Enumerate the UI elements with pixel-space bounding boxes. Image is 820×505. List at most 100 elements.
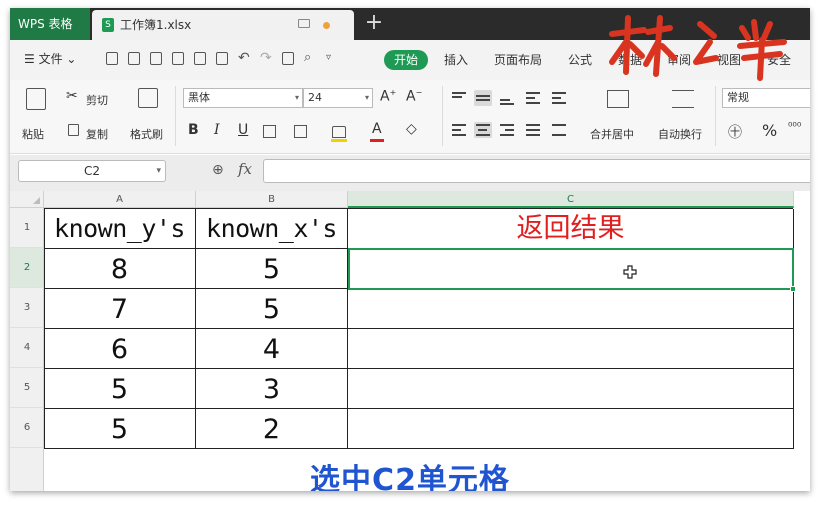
fill-color-icon[interactable] bbox=[332, 126, 346, 138]
print-icon[interactable] bbox=[172, 52, 184, 65]
cell-c4[interactable] bbox=[348, 329, 794, 369]
thousands-icon[interactable]: ⁰⁰⁰ bbox=[788, 120, 801, 133]
save-icon[interactable] bbox=[150, 52, 162, 65]
tab-insert[interactable]: 插入 bbox=[444, 51, 468, 68]
percent-icon[interactable]: % bbox=[762, 121, 777, 140]
cell-a4[interactable]: 6 bbox=[44, 329, 196, 369]
justify-icon[interactable] bbox=[524, 122, 542, 138]
format-painter-button[interactable]: 格式刷 bbox=[130, 126, 163, 142]
decrease-indent-icon[interactable] bbox=[524, 90, 542, 106]
cell-b6[interactable]: 2 bbox=[196, 409, 348, 449]
app-tab[interactable]: WPS 表格 bbox=[10, 8, 90, 40]
active-cell-selection[interactable] bbox=[348, 248, 796, 292]
print-preview-icon[interactable] bbox=[194, 52, 206, 65]
cell-b3[interactable]: 5 bbox=[196, 289, 348, 329]
cell-c3[interactable] bbox=[348, 289, 794, 329]
zoom-formula-icon[interactable]: ⊕ bbox=[212, 162, 224, 178]
align-center-icon[interactable] bbox=[474, 122, 492, 138]
column-header-a[interactable]: A bbox=[44, 191, 196, 208]
column-header-c[interactable]: C bbox=[348, 191, 794, 208]
spreadsheet-icon: S bbox=[102, 18, 114, 32]
row-number: 4 bbox=[23, 341, 31, 353]
copy-button[interactable]: 复制 bbox=[86, 126, 108, 142]
calligraphy-logo bbox=[609, 15, 787, 81]
row-header-4[interactable]: 4 bbox=[10, 328, 44, 368]
new-tab-button[interactable]: + bbox=[356, 8, 392, 40]
format-painter-icon[interactable] bbox=[138, 88, 158, 108]
cell-a3[interactable]: 7 bbox=[44, 289, 196, 329]
document-tab[interactable]: S 工作簿1.xlsx bbox=[92, 10, 354, 40]
align-left-icon[interactable] bbox=[450, 122, 468, 138]
increase-indent-icon[interactable] bbox=[550, 90, 568, 106]
open-folder-icon[interactable] bbox=[128, 52, 140, 65]
tab-formula[interactable]: 公式 bbox=[568, 51, 592, 68]
increase-font-icon[interactable]: A+ bbox=[380, 88, 396, 105]
wrap-text-icon[interactable] bbox=[672, 90, 694, 108]
paste-icon[interactable] bbox=[26, 88, 46, 110]
italic-icon[interactable]: I bbox=[214, 122, 220, 138]
monitor-icon[interactable] bbox=[298, 19, 310, 28]
cell-b2[interactable]: 5 bbox=[196, 249, 348, 289]
chevron-down-icon: ▾ bbox=[294, 93, 299, 102]
row-header-2[interactable]: 2 bbox=[10, 248, 44, 288]
name-box[interactable]: C2 ▾ bbox=[18, 160, 166, 182]
font-name-select[interactable]: 黑体 ▾ bbox=[183, 88, 303, 108]
redo-icon[interactable]: ↷ bbox=[260, 51, 272, 65]
sheet-grid: A B C 1 2 3 4 5 6 known_y's known_x's 返回… bbox=[10, 191, 810, 491]
cell-a2[interactable]: 8 bbox=[44, 249, 196, 289]
pdf-icon[interactable] bbox=[282, 52, 294, 65]
cell-c1[interactable]: 返回结果 bbox=[348, 209, 794, 249]
file-menu[interactable]: ☰ 文件 ⌄ bbox=[24, 50, 76, 67]
row-header-1[interactable]: 1 bbox=[10, 208, 44, 248]
border-icon[interactable] bbox=[263, 125, 276, 138]
more-chevron-icon[interactable]: ▿ bbox=[326, 52, 338, 65]
formula-input[interactable] bbox=[263, 159, 810, 183]
find-icon[interactable] bbox=[216, 52, 228, 65]
bold-icon[interactable]: B bbox=[188, 122, 199, 138]
cell-c6[interactable] bbox=[348, 409, 794, 449]
paste-button[interactable]: 粘贴 bbox=[22, 126, 44, 142]
fx-icon[interactable]: fx bbox=[238, 160, 252, 178]
formula-bar: C2 ▾ ⊕ fx bbox=[10, 155, 810, 191]
cut-button[interactable]: 剪切 bbox=[86, 92, 108, 108]
select-all-corner[interactable] bbox=[10, 191, 44, 208]
scissors-icon[interactable]: ✂ bbox=[66, 88, 78, 104]
align-top-icon[interactable] bbox=[450, 90, 468, 106]
cell-style-icon[interactable] bbox=[294, 125, 307, 138]
unsaved-dot-icon[interactable] bbox=[323, 22, 330, 29]
cell-b5[interactable]: 3 bbox=[196, 369, 348, 409]
align-bottom-icon[interactable] bbox=[498, 90, 516, 106]
cell-a6[interactable]: 5 bbox=[44, 409, 196, 449]
cell-a5[interactable]: 5 bbox=[44, 369, 196, 409]
merge-center-icon[interactable] bbox=[607, 90, 629, 108]
zoom-icon[interactable]: ⌕ bbox=[304, 51, 316, 65]
cell-c5[interactable] bbox=[348, 369, 794, 409]
underline-icon[interactable]: U bbox=[238, 122, 248, 138]
align-right-icon[interactable] bbox=[498, 122, 516, 138]
distributed-icon[interactable] bbox=[550, 122, 568, 138]
fill-color-swatch bbox=[331, 139, 347, 142]
wrap-text-button[interactable]: 自动换行 bbox=[658, 126, 702, 142]
decrease-font-icon[interactable]: A− bbox=[406, 88, 422, 105]
cell-b4[interactable]: 4 bbox=[196, 329, 348, 369]
column-header-b[interactable]: B bbox=[196, 191, 348, 208]
clear-format-icon[interactable]: ◇ bbox=[406, 121, 417, 137]
align-middle-icon[interactable] bbox=[474, 90, 492, 106]
merge-center-button[interactable]: 合并居中 bbox=[590, 126, 634, 142]
row-header-6[interactable]: 6 bbox=[10, 408, 44, 448]
undo-icon[interactable]: ↶ bbox=[238, 51, 250, 65]
tab-start[interactable]: 开始 bbox=[384, 50, 428, 70]
tab-page-layout[interactable]: 页面布局 bbox=[494, 51, 542, 68]
cell-a1[interactable]: known_y's bbox=[44, 209, 196, 249]
currency-icon[interactable]: ㊉ bbox=[728, 122, 742, 142]
copy-icon[interactable] bbox=[68, 124, 79, 136]
chevron-down-icon: ▾ bbox=[156, 166, 161, 176]
cell-b1[interactable]: known_x's bbox=[196, 209, 348, 249]
font-size-select[interactable]: 24 ▾ bbox=[303, 88, 373, 108]
row-header-3[interactable]: 3 bbox=[10, 288, 44, 328]
new-file-icon[interactable] bbox=[106, 52, 118, 65]
number-format-select[interactable]: 常规 bbox=[722, 88, 810, 108]
fill-handle[interactable] bbox=[790, 286, 796, 292]
font-color-icon[interactable]: A bbox=[372, 121, 382, 137]
row-header-5[interactable]: 5 bbox=[10, 368, 44, 408]
